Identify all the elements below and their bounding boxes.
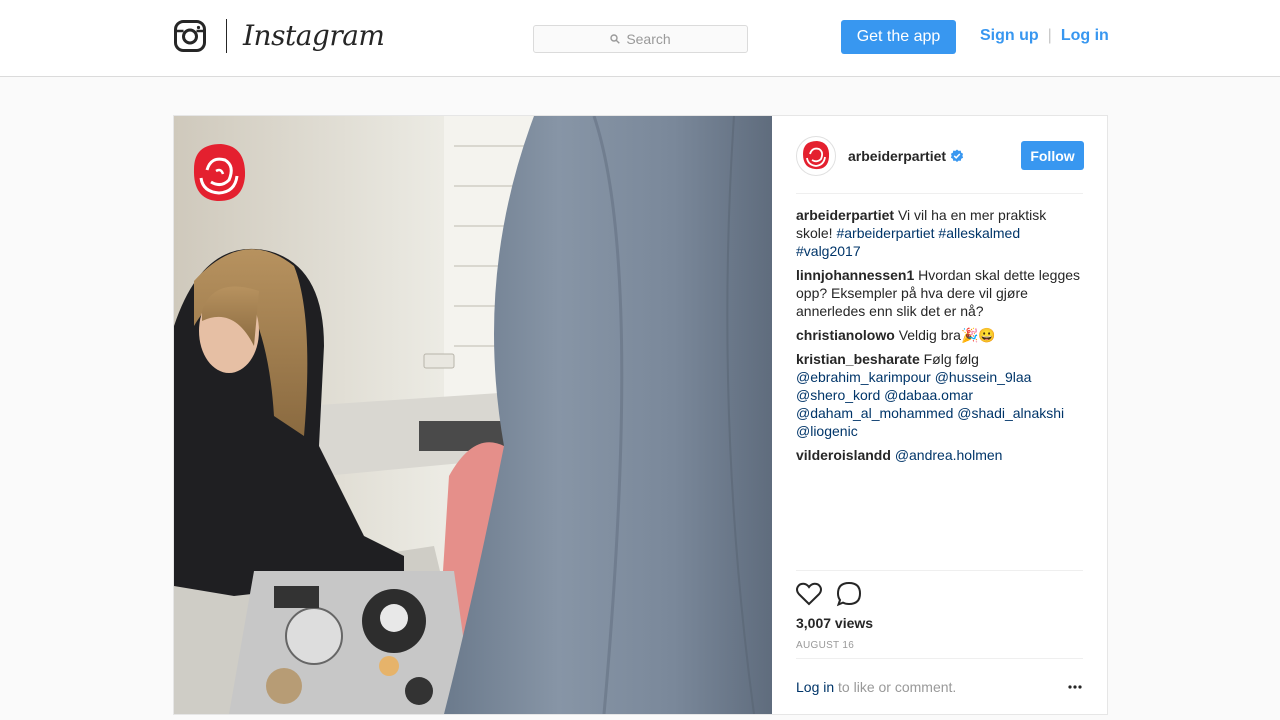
comment-mentions[interactable]: @andrea.holmen	[895, 447, 1003, 463]
more-horizontal-icon[interactable]	[1067, 679, 1083, 695]
video-frame	[174, 116, 772, 714]
comment-text: Veldig bra🎉😀	[898, 327, 996, 343]
post-card: arbeiderpartiet Follow arbeiderpartiet V…	[173, 115, 1108, 715]
post-video[interactable]	[174, 116, 772, 714]
get-the-app-button[interactable]: Get the app	[841, 20, 956, 54]
search-input[interactable]: Search	[533, 25, 748, 53]
log-in-link[interactable]: Log in	[1061, 27, 1109, 45]
rose-avatar-icon	[803, 141, 830, 170]
comment-footer: Log in to like or comment.	[796, 658, 1083, 714]
rose-logo-watermark	[193, 144, 246, 202]
comment-item: arbeiderpartiet Vi vil ha en mer praktis…	[796, 206, 1083, 260]
comment-item: christianolowo Veldig bra🎉😀	[796, 326, 1083, 344]
top-nav: Instagram Search Get the app Sign up | L…	[0, 0, 1280, 77]
verified-badge-icon	[950, 149, 964, 162]
auth-separator: |	[1047, 27, 1052, 44]
instagram-camera-icon	[174, 20, 206, 52]
comments-list: arbeiderpartiet Vi vil ha en mer praktis…	[796, 206, 1083, 470]
view-count: 3,007 views	[796, 615, 874, 631]
login-to-comment-link[interactable]: Log in	[796, 679, 834, 695]
post-header: arbeiderpartiet Follow	[796, 136, 1084, 194]
instagram-wordmark: Instagram	[243, 19, 385, 52]
login-prompt: Log in to like or comment.	[796, 679, 956, 695]
search-icon	[610, 34, 621, 44]
comment-username[interactable]: arbeiderpartiet	[796, 207, 894, 223]
comment-text: Følg følg	[923, 351, 979, 367]
action-icons	[796, 581, 876, 607]
post-actions: 3,007 views AUGUST 16	[796, 570, 1083, 660]
post-username[interactable]: arbeiderpartiet	[848, 148, 946, 164]
comment-item: kristian_besharate Følg følg @ebrahim_ka…	[796, 350, 1083, 440]
auth-links: Sign up | Log in	[980, 27, 1109, 45]
comment-icon[interactable]	[836, 581, 862, 607]
comment-username[interactable]: kristian_besharate	[796, 351, 920, 367]
instagram-logo[interactable]: Instagram	[174, 19, 385, 53]
heart-icon[interactable]	[796, 581, 822, 607]
comment-username[interactable]: vilderoislandd	[796, 447, 891, 463]
follow-button[interactable]: Follow	[1021, 141, 1084, 170]
comment-mentions[interactable]: @ebrahim_karimpour @hussein_9laa @shero_…	[796, 369, 1064, 439]
search-placeholder: Search	[626, 31, 671, 47]
sign-up-link[interactable]: Sign up	[980, 27, 1039, 45]
post-date: AUGUST 16	[796, 640, 855, 651]
comment-item: vilderoislandd @andrea.holmen	[796, 446, 1083, 464]
login-prompt-suffix: to like or comment.	[838, 679, 957, 695]
logo-divider	[226, 19, 227, 53]
comment-item: linnjohannessen1 Hvordan skal dette legg…	[796, 266, 1083, 320]
post-side-panel: arbeiderpartiet Follow arbeiderpartiet V…	[772, 116, 1107, 714]
comment-username[interactable]: christianolowo	[796, 327, 895, 343]
avatar[interactable]	[796, 136, 836, 176]
comment-username[interactable]: linnjohannessen1	[796, 267, 914, 283]
